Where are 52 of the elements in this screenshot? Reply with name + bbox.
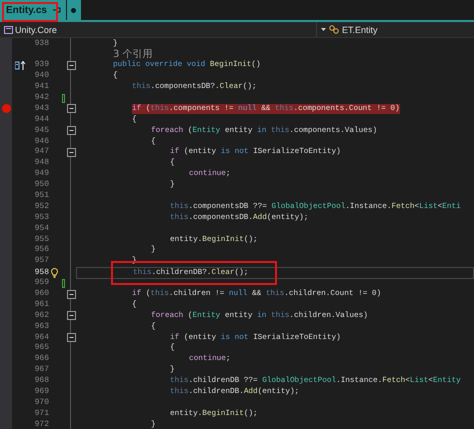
collapse-icon[interactable]	[66, 333, 76, 342]
arrow-up-icon[interactable]	[14, 60, 26, 70]
line-number: 964	[34, 332, 49, 343]
line-number: 940	[34, 71, 49, 82]
line-number: 955	[34, 234, 49, 245]
pin-icon[interactable]	[52, 7, 61, 13]
line-number: 966	[34, 354, 49, 364]
line-number: 954	[34, 224, 49, 234]
collapse-icon[interactable]	[66, 126, 76, 136]
project-icon	[4, 25, 13, 34]
class-icon	[329, 25, 339, 34]
line-number: 950	[34, 180, 49, 190]
line-number: 960	[34, 289, 49, 300]
member-dropdown[interactable]: ET.Entity	[342, 24, 378, 34]
line-number: 941	[34, 82, 49, 92]
line-number: 938	[34, 39, 49, 50]
line-number: 969	[34, 387, 49, 398]
line-number: 971	[34, 408, 49, 419]
line-number: 951	[34, 191, 49, 202]
line-number: 944	[34, 114, 49, 125]
line-number: 958	[34, 268, 49, 278]
line-number: 962	[34, 310, 49, 321]
line-number: 956	[34, 245, 49, 256]
line-number: 949	[34, 169, 49, 180]
breakpoint-icon[interactable]	[2, 104, 10, 114]
line-number: 942	[34, 93, 49, 103]
reference-count[interactable]: 3 个引用	[113, 50, 153, 60]
line-number: 961	[34, 300, 49, 310]
line-number: 945	[34, 126, 49, 136]
collapse-icon[interactable]	[66, 104, 76, 114]
line-number: 953	[34, 212, 49, 223]
line-number: 947	[34, 147, 49, 158]
line-number: 965	[34, 343, 49, 354]
collapse-icon[interactable]	[66, 311, 76, 320]
line-number: 963	[34, 322, 49, 332]
line-number: 939	[34, 60, 49, 70]
caret-icon[interactable]	[321, 28, 326, 32]
collapse-icon[interactable]	[66, 148, 76, 157]
line-number: 970	[34, 398, 49, 408]
line-number: 968	[34, 376, 49, 386]
lightbulb-icon[interactable]	[51, 268, 58, 278]
line-number: 943	[34, 104, 49, 114]
line-number: 967	[34, 365, 49, 376]
line-number: 957	[34, 256, 49, 266]
line-number: 959	[34, 278, 49, 288]
line-number: 948	[34, 158, 49, 168]
project-dropdown[interactable]: Unity.Core	[15, 24, 57, 34]
collapse-icon[interactable]	[66, 60, 76, 70]
collapse-icon[interactable]	[66, 290, 76, 299]
line-number: 972	[34, 420, 49, 429]
line-number: 946	[34, 136, 49, 147]
line-number: 952	[34, 202, 49, 212]
